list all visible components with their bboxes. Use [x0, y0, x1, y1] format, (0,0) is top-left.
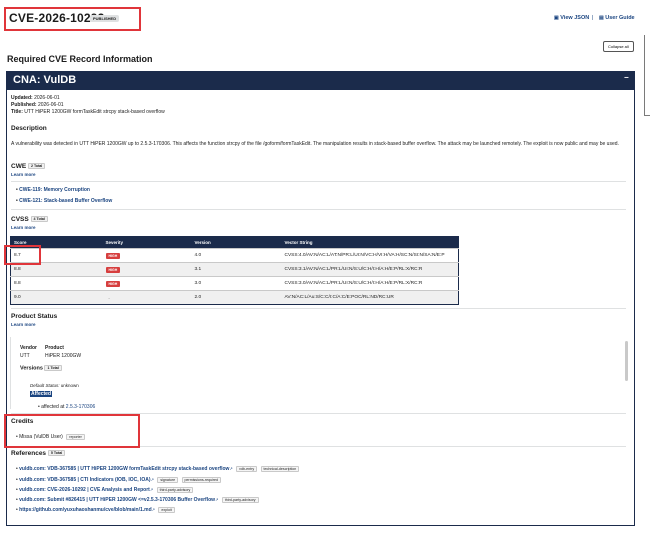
cvss-learn-more[interactable]: Learn more: [11, 225, 36, 230]
version-cell: 4.0: [191, 248, 282, 263]
reference-tag: signature: [157, 477, 179, 483]
severity-cell: HIGH: [102, 248, 192, 263]
table-row: 9.0 - 2.0 AV:N/AC:L/Au:S/C:C/I:C/A:C/E:P…: [10, 290, 459, 305]
external-link-icon: ↗: [215, 497, 219, 502]
description-heading: Description: [11, 125, 47, 132]
list-item: • vuldb.com: Submit #826415 | UTT HiPER …: [16, 497, 259, 503]
vector-cell: CVSS:4.0/AV:N/AC:L/AT:N/PR:L/UI:N/VC:H/V…: [281, 248, 459, 263]
collapse-all-button[interactable]: Collapse all: [603, 41, 634, 52]
versions-heading: Versions 1 Total: [20, 365, 62, 371]
product-scrollbar[interactable]: [625, 341, 628, 381]
list-item: • vuldb.com: VDB-367585 | UTT HiPER 1200…: [16, 466, 300, 472]
reference-link[interactable]: vuldb.com: Submit #826415 | UTT HiPER 12…: [19, 497, 215, 503]
version-cell: 3.0: [191, 276, 282, 291]
default-status-line: Default Status: unknown: [30, 383, 79, 388]
cwe-list: • CWE-119: Memory Corruption • CWE-121: …: [16, 187, 112, 204]
external-link-icon: ↗: [149, 487, 154, 492]
list-item: • vuldb.com: VDB-367585 | CTI Indicators…: [16, 477, 222, 483]
severity-badge: HIGH: [105, 280, 121, 287]
product-divider: [11, 308, 626, 309]
cwe-119-link[interactable]: CWE-119: Memory Corruption: [19, 187, 90, 193]
versions-count-badge: 1 Total: [44, 365, 62, 371]
published-line: Published: 2026-06-01: [11, 102, 64, 108]
cna-header-bar[interactable]: [6, 71, 635, 90]
description-text: A vulnerability was detected in UTT HiPE…: [11, 141, 619, 147]
cvss-heading: CVSS 4 Total: [11, 216, 48, 223]
cwe-bottom-divider: [11, 209, 626, 210]
cwe-heading: CWE 2 Total: [11, 163, 46, 170]
references-heading: References 5 Total: [11, 450, 66, 457]
header-separator: |: [592, 15, 594, 21]
col-severity: Severity: [102, 236, 192, 249]
vector-cell: CVSS:3.1/AV:N/AC:L/PR:L/UI:N/S:U/C:H/I:H…: [281, 262, 459, 277]
record-title-line: Title: UTT HiPER 1200GW formTaskEdit str…: [11, 109, 165, 115]
product-status-heading: Product Status: [11, 313, 58, 320]
product-learn-more[interactable]: Learn more: [11, 322, 36, 327]
product-status-panel: [10, 337, 628, 409]
severity-badge: -: [108, 295, 110, 300]
book-icon: ▤: [599, 15, 604, 21]
product-label: Product: [45, 345, 64, 351]
external-link-icon: ↗: [150, 477, 154, 482]
external-link-icon: ↗: [229, 466, 233, 471]
score-cell: 8.8: [10, 276, 103, 291]
affected-version-link[interactable]: 2.5.3-170306: [66, 404, 95, 410]
version-cell: 3.1: [191, 262, 282, 277]
cvss-table: Score Severity Version Vector String 8.7…: [10, 236, 459, 305]
col-vector: Vector String: [281, 236, 459, 249]
col-version: Version: [191, 236, 282, 249]
reference-tag: third-party-advisory: [221, 497, 259, 503]
score-cell: 9.0: [10, 290, 103, 305]
product-value: HiPER 1200GW: [45, 353, 82, 359]
reference-tag: technical-description: [260, 466, 300, 472]
reference-link[interactable]: vuldb.com: CVE-2026-10292 | CVE Analysis…: [19, 487, 150, 493]
view-json-link[interactable]: ▣ View JSON: [554, 15, 589, 21]
cna-collapse-icon[interactable]: −: [624, 73, 629, 82]
affected-version-line: • affected at 2.5.3-170306: [38, 404, 96, 410]
annotation-box-score: [4, 245, 41, 265]
cna-title: CNA: VulDB: [13, 74, 77, 86]
user-guide-link[interactable]: ▤ User Guide: [599, 15, 635, 21]
table-row: 8.7 HIGH 4.0 CVSS:4.0/AV:N/AC:L/AT:N/PR:…: [10, 248, 459, 263]
reference-link[interactable]: vuldb.com: VDB-367585 | CTI Indicators (…: [19, 477, 150, 483]
cwe-count-badge: 2 Total: [27, 163, 46, 170]
external-link-icon: ↗: [151, 507, 156, 512]
affected-highlight: Affected: [30, 391, 53, 397]
list-item: • vuldb.com: CVE-2026-10292 | CVE Analys…: [16, 487, 194, 493]
cwe-learn-more[interactable]: Learn more: [11, 172, 36, 177]
severity-badge: HIGH: [105, 266, 121, 273]
version-cell: 2.0: [191, 290, 282, 305]
reference-tag: third-party-advisory: [156, 487, 194, 493]
annotation-box-cve-id: [4, 7, 141, 31]
vector-cell: CVSS:3.0/AV:N/AC:L/PR:L/UI:N/S:U/C:H/I:H…: [281, 276, 459, 291]
list-item: • https://github.com/yuxuhaoshanmu/cve/b…: [16, 507, 175, 513]
side-panel-edge: [644, 35, 645, 115]
cwe-121-link[interactable]: CWE-121: Stack-based Buffer Overflow: [19, 198, 112, 204]
list-item: • CWE-119: Memory Corruption: [16, 187, 90, 193]
table-row: 8.8 HIGH 3.1 CVSS:3.1/AV:N/AC:L/PR:L/UI:…: [10, 262, 459, 277]
severity-badge: HIGH: [105, 252, 121, 259]
reference-tag: permissions-required: [181, 477, 222, 483]
table-header-row: Score Severity Version Vector String: [10, 236, 459, 249]
vendor-label: Vendor: [20, 345, 37, 351]
severity-cell: HIGH: [102, 276, 192, 291]
reference-tag: exploit: [158, 507, 175, 513]
list-item: • CWE-121: Stack-based Buffer Overflow: [16, 198, 113, 204]
severity-cell: HIGH: [102, 262, 192, 277]
view-json-icon: ▣: [554, 15, 559, 21]
cvss-count-badge: 4 Total: [30, 216, 48, 223]
table-row: 8.8 HIGH 3.0 CVSS:3.0/AV:N/AC:L/PR:L/UI:…: [10, 276, 459, 291]
cwe-divider: [11, 181, 626, 182]
updated-line: Updated: 2026-06-01: [11, 95, 60, 101]
reference-link[interactable]: https://github.com/yuxuhaoshanmu/cve/blo…: [19, 507, 152, 513]
side-panel-edge-tick: [644, 115, 650, 116]
vector-cell: AV:N/AC:L/Au:S/C:C/I:C/A:C/E:POC/RL:ND/R…: [281, 290, 459, 305]
section-title: Required CVE Record Information: [7, 54, 153, 64]
reference-tag: vdb-entry: [236, 466, 258, 472]
vendor-value: UTT: [20, 353, 30, 359]
reference-link[interactable]: vuldb.com: VDB-367585 | UTT HiPER 1200GW…: [19, 466, 229, 472]
references-count-badge: 5 Total: [47, 450, 66, 457]
annotation-box-credits: [4, 414, 140, 448]
severity-cell: -: [102, 290, 192, 305]
